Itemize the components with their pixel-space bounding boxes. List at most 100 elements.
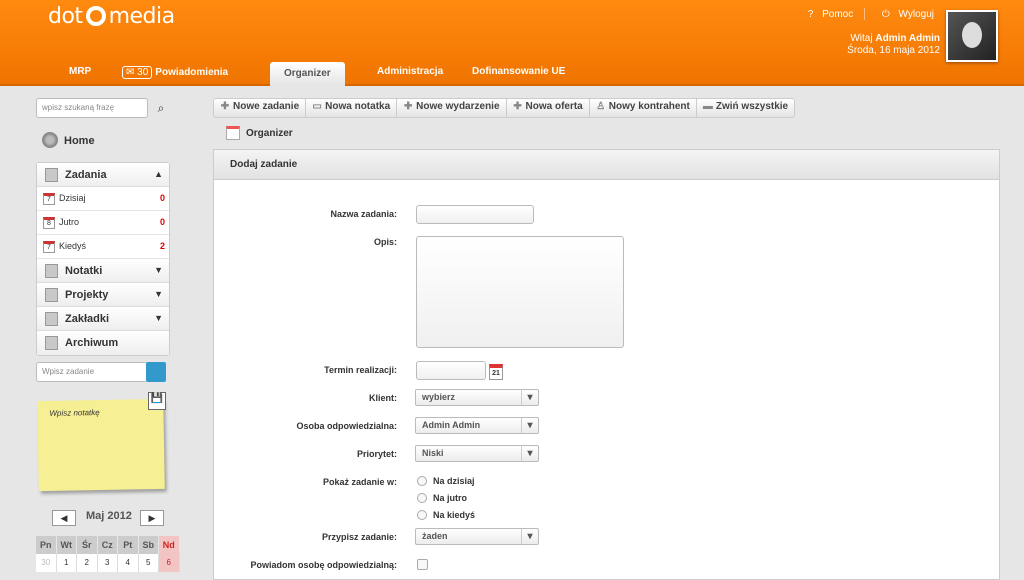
priority-select[interactable]: Niski bbox=[415, 445, 539, 462]
radio-someday[interactable]: Na kiedyś bbox=[417, 510, 475, 520]
calendar-day-header: Cz bbox=[97, 536, 118, 554]
notes-icon bbox=[45, 264, 58, 278]
panel-title: Dodaj zadanie bbox=[214, 150, 999, 180]
calendar-day[interactable]: 2 bbox=[77, 554, 98, 572]
toolbar: ✚ Nowe zadanie ▭ Nowa notatka ✚ Nowe wydarz… bbox=[213, 98, 796, 118]
plus-icon: ✚ bbox=[403, 101, 413, 112]
top-links: ? Pomoc ⏻ Wyloguj bbox=[802, 8, 934, 20]
tab-eu-funding[interactable]: Dofinansowanie UE bbox=[472, 66, 565, 77]
contractor-icon: ♙ bbox=[596, 101, 606, 112]
deadline-input[interactable] bbox=[416, 361, 486, 380]
new-task-button[interactable]: ✚ Nowe zadanie bbox=[214, 99, 307, 117]
prev-month-button[interactable]: ◀ bbox=[52, 510, 76, 526]
calendar-grid: Pn Wt Śr Cz Pt Sb Nd 30 1 2 3 4 5 6 bbox=[36, 536, 180, 572]
download-icon[interactable] bbox=[146, 362, 166, 382]
calendar-day[interactable]: 4 bbox=[118, 554, 139, 572]
power-icon: ⏻ bbox=[881, 8, 890, 20]
tab-mrp[interactable]: MRP bbox=[69, 66, 91, 77]
calendar-day[interactable]: 3 bbox=[97, 554, 118, 572]
help-link[interactable]: Pomoc bbox=[822, 9, 853, 20]
logout-link[interactable]: Wyloguj bbox=[899, 9, 934, 20]
add-task-panel: Dodaj zadanie Nazwa zadania: Opis: Termi… bbox=[213, 149, 1000, 580]
new-offer-button[interactable]: ✚ Nowa oferta bbox=[507, 99, 590, 117]
chevron-up-icon[interactable]: ▲ bbox=[154, 169, 163, 179]
calendar-day[interactable]: 5 bbox=[138, 554, 159, 572]
sidebar-item-bookmarks[interactable]: Zakładki ▼ bbox=[37, 307, 169, 331]
user-name: Admin Admin bbox=[875, 33, 940, 44]
sidebar-item-tasks[interactable]: Zadania ▲ bbox=[37, 163, 169, 187]
calendar-picker-icon[interactable]: 21 bbox=[489, 364, 503, 380]
home-icon bbox=[42, 132, 58, 148]
archive-icon bbox=[45, 336, 58, 350]
calendar-day[interactable]: 6 bbox=[159, 554, 180, 572]
current-date: Środa, 16 maja 2012 bbox=[847, 45, 940, 56]
notify-checkbox[interactable] bbox=[417, 559, 428, 570]
logo[interactable]: dot media bbox=[48, 4, 175, 29]
save-icon[interactable]: 💾 bbox=[148, 392, 166, 410]
calendar-day-header: Sb bbox=[138, 536, 159, 554]
calendar-header: ◀ Maj 2012 ▶ bbox=[52, 508, 164, 528]
radio-tomorrow[interactable]: Na jutro bbox=[417, 493, 467, 503]
new-contractor-button[interactable]: ♙ Nowy kontrahent bbox=[590, 99, 697, 117]
sidebar-item-home[interactable]: Home bbox=[42, 132, 95, 148]
task-name-label: Nazwa zadania: bbox=[330, 209, 397, 219]
calendar-icon: 7 bbox=[43, 193, 55, 205]
chevron-down-icon[interactable]: ▼ bbox=[154, 289, 163, 299]
calendar-day-header: Nd bbox=[159, 536, 180, 554]
mail-icon: ✉ 30 bbox=[122, 66, 153, 79]
projects-icon bbox=[45, 288, 58, 302]
assign-label: Przypisz zadanie: bbox=[321, 532, 397, 542]
calendar-day-header: Śr bbox=[77, 536, 98, 554]
sidebar-item-tomorrow[interactable]: 8 Jutro 0 bbox=[37, 211, 169, 235]
main-nav: MRP ✉ 30 Powiadomienia Organizer Administ… bbox=[0, 62, 1024, 86]
new-note-button[interactable]: ▭ Nowa notatka bbox=[306, 99, 398, 117]
note-icon: ▭ bbox=[312, 101, 322, 112]
responsible-select[interactable]: Admin Admin bbox=[415, 417, 539, 434]
priority-label: Priorytet: bbox=[356, 449, 397, 459]
calendar-icon: 7 bbox=[43, 241, 55, 253]
chevron-down-icon[interactable]: ▼ bbox=[154, 313, 163, 323]
calendar-day[interactable]: 1 bbox=[56, 554, 77, 572]
search-input[interactable]: wpisz szukaną frazę bbox=[36, 98, 148, 118]
collapse-all-button[interactable]: ▬ Zwiń wszystkie bbox=[697, 99, 794, 117]
tab-organizer[interactable]: Organizer bbox=[270, 62, 345, 86]
radio-today[interactable]: Na dzisiaj bbox=[417, 476, 475, 486]
calendar-day-header: Wt bbox=[56, 536, 77, 554]
description-textarea[interactable] bbox=[416, 236, 624, 348]
sidebar-item-notes[interactable]: Notatki ▼ bbox=[37, 259, 169, 283]
calendar-day-header: Pt bbox=[118, 536, 139, 554]
sticky-note[interactable]: Wpisz notatkę bbox=[37, 398, 165, 492]
new-event-button[interactable]: ✚ Nowe wydarzenie bbox=[397, 99, 507, 117]
avatar[interactable] bbox=[946, 10, 998, 62]
calendar-month: Maj 2012 bbox=[86, 510, 132, 522]
sidebar-item-today[interactable]: 7 Dzisiaj 0 bbox=[37, 187, 169, 211]
show-in-label: Pokaż zadanie w: bbox=[322, 477, 397, 487]
help-icon: ? bbox=[807, 8, 814, 20]
breadcrumb: Organizer bbox=[226, 126, 293, 140]
quick-task-input[interactable]: Wpisz zadanie bbox=[36, 362, 148, 382]
tab-notifications[interactable]: ✉ 30 Powiadomienia bbox=[122, 66, 228, 79]
calendar-day[interactable]: 30 bbox=[36, 554, 57, 572]
sidebar-item-someday[interactable]: 7 Kiedyś 2 bbox=[37, 235, 169, 259]
client-label: Klient: bbox=[369, 393, 397, 403]
sidebar-item-projects[interactable]: Projekty ▼ bbox=[37, 283, 169, 307]
minus-icon: ▬ bbox=[702, 101, 713, 112]
calendar-day-header: Pn bbox=[36, 536, 57, 554]
next-month-button[interactable]: ▶ bbox=[140, 510, 164, 526]
calendar-icon: 8 bbox=[43, 217, 55, 229]
chevron-down-icon[interactable]: ▼ bbox=[154, 265, 163, 275]
deadline-label: Termin realizacji: bbox=[324, 365, 397, 375]
assign-select[interactable]: żaden bbox=[415, 528, 539, 545]
welcome-text: Witaj Admin Admin Środa, 16 maja 2012 bbox=[847, 33, 940, 56]
responsible-label: Osoba odpowiedzialna: bbox=[296, 421, 397, 431]
client-select[interactable]: wybierz bbox=[415, 389, 539, 406]
plus-icon: ✚ bbox=[513, 101, 522, 112]
plus-icon: ✚ bbox=[220, 101, 230, 112]
search-icon[interactable]: ⌕ bbox=[152, 98, 170, 118]
sidebar-item-archive[interactable]: Archiwum bbox=[37, 331, 169, 355]
tab-administration[interactable]: Administracja bbox=[377, 66, 443, 77]
calendar-icon bbox=[226, 126, 240, 140]
notify-label: Powiadom osobę odpowiedzialną: bbox=[250, 560, 397, 570]
tasks-icon bbox=[45, 168, 58, 182]
task-name-input[interactable] bbox=[416, 205, 534, 224]
